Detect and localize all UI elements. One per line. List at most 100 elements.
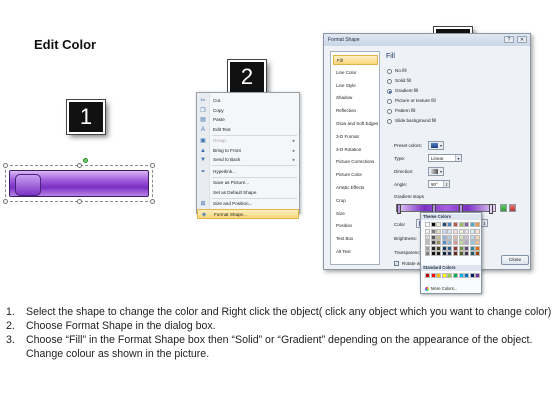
color-swatch[interactable] xyxy=(475,234,481,240)
color-swatch[interactable] xyxy=(447,234,453,240)
angle-input[interactable]: 90° ⇕ xyxy=(428,180,450,188)
nav-item-size[interactable]: Size xyxy=(333,209,378,219)
color-swatch[interactable] xyxy=(464,234,470,240)
close-icon[interactable]: ✕ xyxy=(517,36,527,43)
nav-item-text-box[interactable]: Text Box xyxy=(333,234,378,244)
nav-item-crop[interactable]: Crop xyxy=(333,196,378,206)
menu-item-set-as-default-shape[interactable]: Set as Default Shape xyxy=(197,188,299,198)
nav-item-reflection[interactable]: Reflection xyxy=(333,106,378,116)
radio-button[interactable] xyxy=(387,89,392,94)
menu-item-edit-text[interactable]: A Edit Text xyxy=(197,125,299,135)
color-swatch[interactable] xyxy=(452,234,458,240)
color-swatch[interactable] xyxy=(464,240,470,246)
color-swatch[interactable] xyxy=(475,222,481,227)
gradient-stop[interactable] xyxy=(489,204,493,214)
color-swatch[interactable] xyxy=(452,273,458,278)
radio-button[interactable] xyxy=(387,69,392,74)
color-swatch[interactable] xyxy=(430,222,436,227)
color-swatch[interactable] xyxy=(430,245,436,251)
nav-item-glow-and-soft-edges[interactable]: Glow and Soft Edges xyxy=(333,119,378,129)
resize-handle[interactable] xyxy=(150,163,155,168)
help-button[interactable]: ? xyxy=(504,36,514,43)
color-swatch[interactable] xyxy=(436,229,442,234)
nav-item-alt-text[interactable]: Alt Text xyxy=(333,247,378,257)
color-swatch[interactable] xyxy=(458,240,464,246)
color-swatch[interactable] xyxy=(458,251,464,257)
radio-button[interactable] xyxy=(387,99,392,104)
nav-item-3-d-format[interactable]: 3-D Format xyxy=(333,132,378,142)
color-swatch[interactable] xyxy=(464,222,470,227)
color-swatch[interactable] xyxy=(469,251,475,257)
color-swatch[interactable] xyxy=(441,229,447,234)
remove-stop-button[interactable] xyxy=(509,204,516,212)
color-swatch[interactable] xyxy=(436,222,442,227)
nav-item-position[interactable]: Position xyxy=(333,221,378,231)
more-colors-item[interactable]: More Colors... xyxy=(423,286,457,292)
resize-handle[interactable] xyxy=(77,163,82,168)
color-swatch[interactable] xyxy=(430,234,436,240)
color-swatch[interactable] xyxy=(447,245,453,251)
color-swatch[interactable] xyxy=(425,222,430,227)
color-swatch[interactable] xyxy=(447,240,453,246)
color-swatch[interactable] xyxy=(469,234,475,240)
color-swatch[interactable] xyxy=(436,240,442,246)
fill-option-solid-fill[interactable]: Solid fill xyxy=(387,77,411,85)
color-swatch[interactable] xyxy=(469,229,475,234)
nav-item-picture-corrections[interactable]: Picture Corrections xyxy=(333,157,378,167)
color-swatch[interactable] xyxy=(425,240,430,246)
gradient-stops-bar[interactable] xyxy=(396,204,496,214)
color-swatch[interactable] xyxy=(452,240,458,246)
purple-bar-shape[interactable] xyxy=(9,170,149,197)
color-swatch[interactable] xyxy=(464,251,470,257)
type-dropdown[interactable]: Linear ▾ xyxy=(428,154,462,162)
menu-item-save-as-picture[interactable]: Save as Picture... xyxy=(197,178,299,188)
color-swatch[interactable] xyxy=(447,222,453,227)
gradient-stop[interactable] xyxy=(397,204,401,214)
color-swatch[interactable] xyxy=(469,240,475,246)
color-swatch[interactable] xyxy=(441,234,447,240)
radio-button[interactable] xyxy=(387,119,392,124)
color-swatch[interactable] xyxy=(447,251,453,257)
color-swatch[interactable] xyxy=(441,245,447,251)
menu-item-send-to-back[interactable]: ▼ Send to Back ▸ xyxy=(197,155,299,165)
color-swatch[interactable] xyxy=(425,251,430,257)
color-swatch[interactable] xyxy=(441,273,447,278)
color-swatch[interactable] xyxy=(452,251,458,257)
add-stop-button[interactable] xyxy=(500,204,507,212)
color-swatch[interactable] xyxy=(436,234,442,240)
color-swatch[interactable] xyxy=(430,273,436,278)
color-swatch[interactable] xyxy=(441,251,447,257)
rotation-handle[interactable] xyxy=(83,158,88,163)
color-swatch[interactable] xyxy=(425,234,430,240)
radio-button[interactable] xyxy=(387,109,392,114)
color-swatch[interactable] xyxy=(447,273,453,278)
close-button[interactable]: Close xyxy=(501,255,529,265)
nav-item-picture-color[interactable]: Picture Color xyxy=(333,170,378,180)
preset-colors-dropdown[interactable]: ▾ xyxy=(428,141,444,150)
color-swatch[interactable] xyxy=(469,245,475,251)
color-swatch[interactable] xyxy=(430,229,436,234)
menu-item-format-shape[interactable]: ◈ Format Shape... xyxy=(197,208,299,219)
color-swatch[interactable] xyxy=(458,245,464,251)
color-swatch[interactable] xyxy=(458,229,464,234)
menu-item-paste[interactable]: ▤ Paste xyxy=(197,115,299,125)
nav-item-3-d-rotation[interactable]: 3-D Rotation xyxy=(333,145,378,155)
resize-handle[interactable] xyxy=(3,163,8,168)
color-swatch[interactable] xyxy=(475,245,481,251)
color-swatch[interactable] xyxy=(447,229,453,234)
color-swatch[interactable] xyxy=(475,229,481,234)
menu-item-cut[interactable]: ✂ Cut xyxy=(197,96,299,106)
direction-dropdown[interactable]: ▾ xyxy=(428,167,444,176)
color-swatch[interactable] xyxy=(475,273,481,278)
nav-item-fill[interactable]: Fill xyxy=(333,55,378,65)
color-swatch[interactable] xyxy=(436,245,442,251)
menu-item-bring-to-front[interactable]: ▲ Bring to Front ▸ xyxy=(197,146,299,156)
radio-button[interactable] xyxy=(387,79,392,84)
color-swatch[interactable] xyxy=(464,229,470,234)
rotate-with-shape-checkbox[interactable]: ✓ xyxy=(394,261,399,266)
nav-item-shadow[interactable]: Shadow xyxy=(333,93,378,103)
color-swatch[interactable] xyxy=(436,273,442,278)
color-swatch[interactable] xyxy=(464,273,470,278)
color-swatch[interactable] xyxy=(452,229,458,234)
color-swatch[interactable] xyxy=(425,229,430,234)
